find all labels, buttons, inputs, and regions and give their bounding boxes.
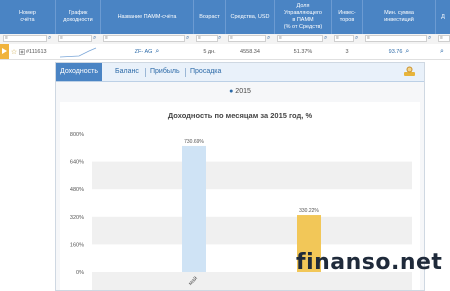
col-header-extra[interactable]: Д bbox=[436, 0, 450, 34]
table-row[interactable]: ☆ #111613 ZF- AG ⌕ 5 дн. 4558.34 51.37% … bbox=[0, 44, 450, 60]
col-header-label: Инвес- торов bbox=[338, 10, 356, 23]
play-arrow-icon bbox=[0, 44, 9, 59]
search-icon[interactable]: ⌕ bbox=[155, 48, 159, 56]
star-icon[interactable]: ☆ bbox=[10, 44, 18, 59]
investors-value: 3 bbox=[345, 48, 349, 55]
age-value: 5 дн. bbox=[203, 48, 216, 55]
col-header-share[interactable]: Доля Управляющего в ПАММ (% от Средств) bbox=[275, 0, 331, 34]
account-number[interactable]: #111613 bbox=[26, 44, 56, 59]
watermark: finanso.net bbox=[296, 250, 443, 275]
grid-band bbox=[92, 216, 412, 245]
col-header-label: Номер счёта bbox=[19, 10, 36, 23]
min-invest-value[interactable]: 93.76 bbox=[389, 49, 403, 55]
col-header-account[interactable]: Номер счёта bbox=[0, 0, 55, 34]
filter-input-account[interactable]: ≡ bbox=[3, 35, 47, 42]
search-icon[interactable]: ⌕ bbox=[48, 35, 54, 42]
user-icon[interactable] bbox=[404, 66, 415, 76]
search-icon[interactable]: ⌕ bbox=[428, 35, 434, 42]
pamm-name[interactable]: ZF- AG bbox=[135, 49, 153, 55]
col-header-label: Доля Управляющего в ПАММ (% от Средств) bbox=[283, 3, 323, 30]
col-header-investors[interactable]: Инвес- торов bbox=[332, 0, 362, 34]
funds-value: 4558.34 bbox=[240, 48, 260, 55]
col-header-label: Возраст bbox=[199, 13, 220, 20]
col-header-name[interactable]: Название ПАММ-счёта bbox=[101, 0, 193, 34]
tab-drawdown[interactable]: Просадка bbox=[186, 63, 225, 81]
y-tick-label: 640% bbox=[70, 160, 84, 166]
filter-input-chart[interactable]: ≡ bbox=[58, 35, 92, 42]
year-label[interactable]: 2015 bbox=[235, 88, 251, 95]
magnifier-icon[interactable]: ⌕ bbox=[440, 48, 444, 56]
col-header-funds[interactable]: Средства, USD bbox=[226, 0, 274, 34]
filter-input-age[interactable]: ≡ bbox=[196, 35, 218, 42]
filter-input-funds[interactable]: ≡ bbox=[228, 35, 266, 42]
col-header-label: Д bbox=[441, 13, 445, 20]
col-header-label: Мин. сумма инвестиций bbox=[384, 10, 414, 23]
bar[interactable] bbox=[182, 145, 206, 272]
search-icon[interactable]: ⌕ bbox=[267, 35, 273, 42]
tab-balance[interactable]: Баланс bbox=[111, 63, 143, 81]
search-icon[interactable]: ⌕ bbox=[218, 35, 224, 42]
col-header-label: Название ПАММ-счёта bbox=[117, 13, 177, 20]
y-tick-label: 320% bbox=[70, 215, 84, 221]
search-icon[interactable]: ⌕ bbox=[355, 35, 361, 42]
search-icon[interactable]: ⌕ bbox=[405, 48, 409, 56]
year-selector[interactable]: ● bar 2015 bbox=[56, 88, 424, 95]
bar-value-label: 730.69% bbox=[184, 139, 204, 145]
mini-chart bbox=[58, 44, 98, 59]
search-icon[interactable]: ⌕ bbox=[324, 35, 330, 42]
y-tick-label: 800% bbox=[70, 132, 84, 138]
col-header-label: График доходности bbox=[63, 10, 93, 23]
bar-value-label: 330.22% bbox=[299, 208, 319, 214]
col-header-label: Средства, USD bbox=[230, 13, 270, 20]
filter-input-investors[interactable]: ≡ bbox=[334, 35, 354, 42]
y-tick-label: 160% bbox=[70, 242, 84, 248]
col-header-min-invest[interactable]: Мин. сумма инвестиций bbox=[363, 0, 435, 34]
share-value: 51.37% bbox=[293, 48, 313, 55]
grid-band bbox=[92, 161, 412, 190]
globe-icon: ● bbox=[229, 88, 234, 95]
y-tick-label: 0% bbox=[76, 270, 84, 276]
filter-input-share[interactable]: ≡ bbox=[277, 35, 323, 42]
y-tick-label: 480% bbox=[70, 187, 84, 193]
tab-bar: Доходность Баланс Прибыль Просадка bbox=[56, 63, 424, 82]
filter-input-min-invest[interactable]: ≡ bbox=[365, 35, 427, 42]
pamm-name-link[interactable]: ZF- AG ⌕ bbox=[101, 44, 193, 59]
search-icon[interactable]: ⌕ bbox=[93, 35, 99, 42]
tab-profitability[interactable]: Доходность bbox=[56, 63, 102, 81]
plus-box-icon[interactable] bbox=[18, 44, 26, 59]
search-icon[interactable]: ⌕ bbox=[186, 35, 192, 42]
filter-input-extra[interactable]: ≡ bbox=[438, 35, 450, 42]
min-invest-link[interactable]: 93.76 ⌕ bbox=[363, 44, 435, 59]
table-header: Номер счёта График доходности Название П… bbox=[0, 0, 450, 34]
col-header-chart[interactable]: График доходности bbox=[56, 0, 100, 34]
filter-input-name[interactable]: ≡ bbox=[103, 35, 185, 42]
tab-profit[interactable]: Прибыль bbox=[146, 63, 184, 81]
col-header-age[interactable]: Возраст bbox=[194, 0, 225, 34]
